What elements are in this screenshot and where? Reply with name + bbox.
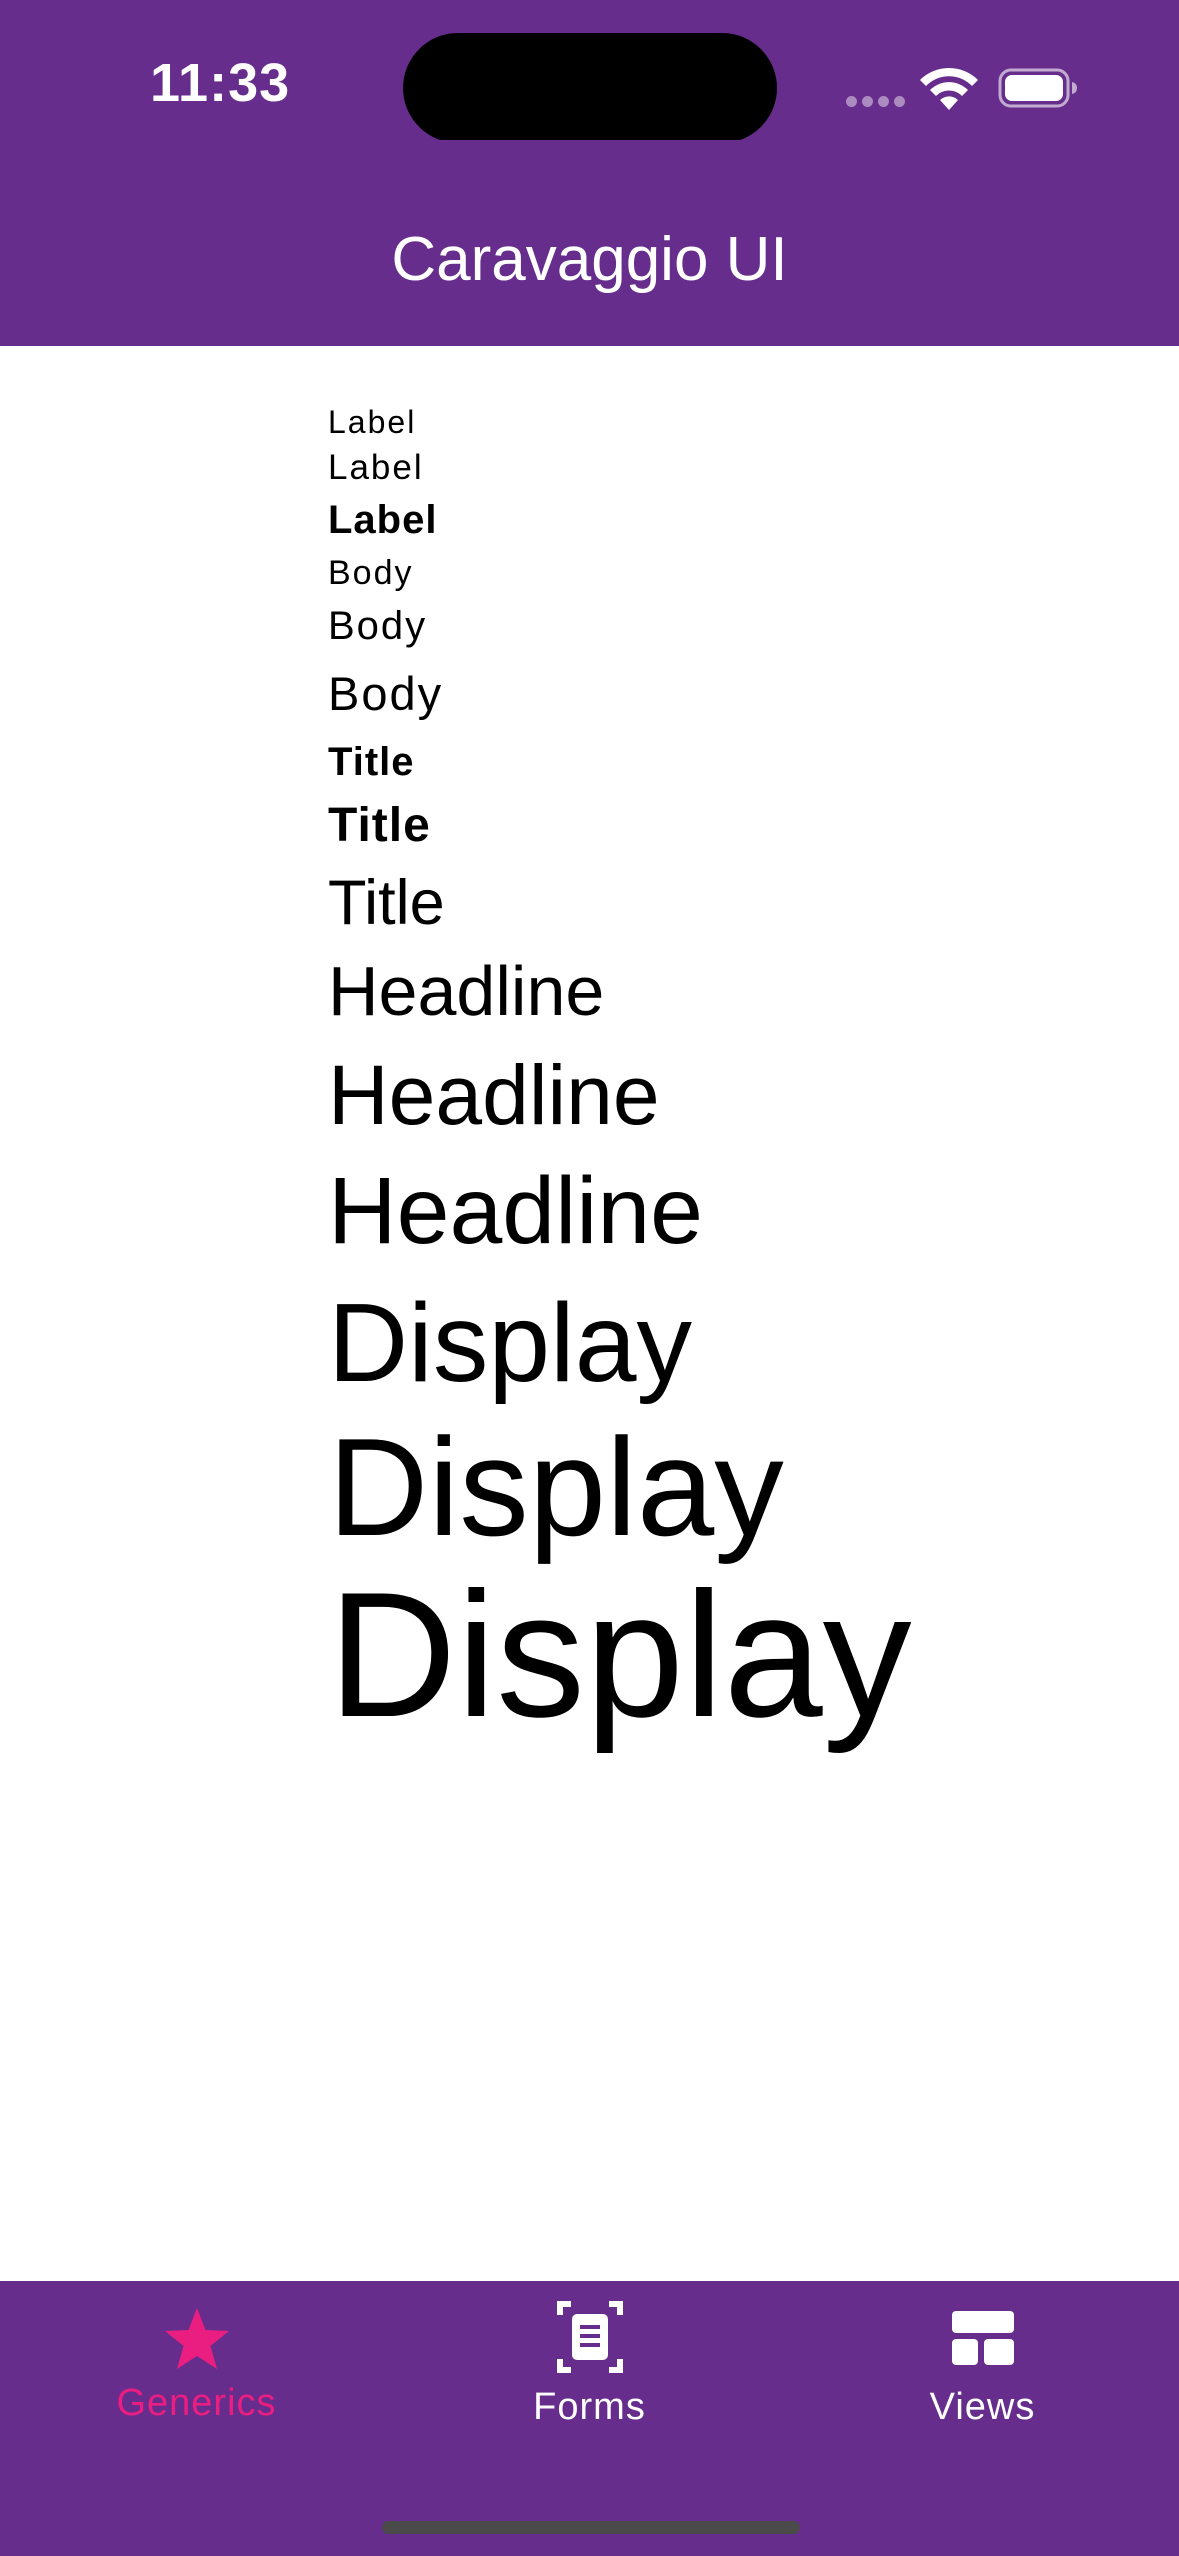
label-large-text: Label bbox=[328, 498, 438, 542]
display-medium-text: Display bbox=[328, 1410, 784, 1565]
label-small-text: Label bbox=[328, 404, 417, 440]
bottom-tab-bar: Generics Forms Views bbox=[0, 2281, 1179, 2556]
home-indicator[interactable] bbox=[382, 2521, 800, 2534]
headline-large-text: Headline bbox=[328, 1158, 703, 1264]
title-large-text: Title bbox=[328, 868, 445, 938]
headline-small-text: Headline bbox=[328, 952, 605, 1030]
tab-label: Forms bbox=[533, 2386, 646, 2428]
body-medium-text: Body bbox=[328, 604, 428, 648]
title-small-text: Title bbox=[328, 740, 415, 784]
tab-views[interactable]: Views bbox=[786, 2281, 1179, 2501]
status-time: 11:33 bbox=[150, 53, 291, 113]
tab-generics[interactable]: Generics bbox=[0, 2281, 393, 2501]
wifi-icon bbox=[920, 67, 978, 110]
label-medium-text: Label bbox=[328, 448, 424, 487]
headline-medium-text: Headline bbox=[328, 1048, 660, 1142]
page-title: Caravaggio UI bbox=[391, 225, 788, 294]
status-bar: 11:33 bbox=[0, 0, 1179, 143]
tab-label: Generics bbox=[116, 2382, 277, 2424]
dashboard-icon bbox=[951, 2311, 1014, 2365]
star-icon bbox=[164, 2308, 229, 2369]
body-large-text: Body bbox=[328, 667, 444, 720]
cellular-signal-icon bbox=[846, 96, 906, 108]
tab-forms[interactable]: Forms bbox=[393, 2281, 786, 2501]
title-medium-text: Title bbox=[328, 799, 431, 852]
body-small-text: Body bbox=[328, 554, 414, 592]
display-small-text: Display bbox=[328, 1281, 692, 1405]
document-scan-icon bbox=[556, 2301, 623, 2373]
battery-icon bbox=[998, 68, 1077, 108]
typography-showcase: Label Label Label Body Body Body Title T… bbox=[0, 346, 1179, 2281]
tab-label: Views bbox=[929, 2386, 1036, 2428]
app-header: Caravaggio UI bbox=[0, 140, 1179, 346]
display-large-text: Display bbox=[328, 1555, 912, 1754]
dynamic-island bbox=[403, 33, 777, 143]
